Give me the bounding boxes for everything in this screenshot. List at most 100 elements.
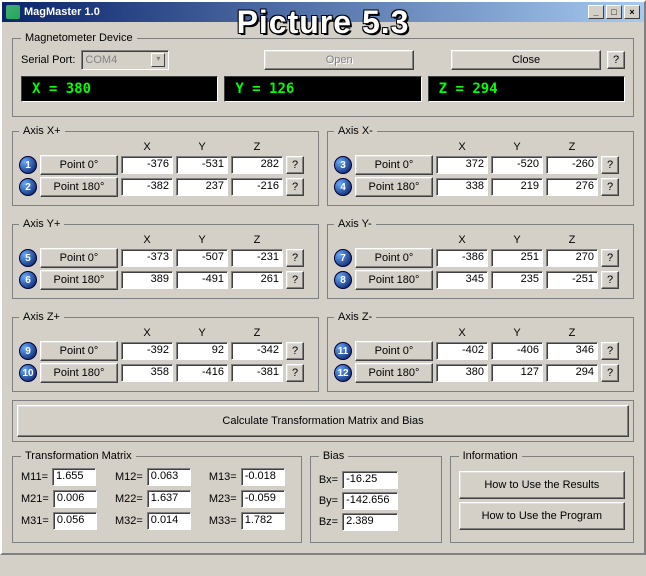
val-Zp-180-x[interactable]: 358 (121, 364, 173, 382)
val-Yp-0-x[interactable]: -373 (121, 249, 173, 267)
m32-input[interactable]: 0.014 (147, 512, 191, 530)
point0-Zp-button[interactable]: Point 0° (40, 341, 118, 361)
col-y: Y (491, 141, 543, 153)
m31-label: M31= (21, 515, 49, 527)
m13-input[interactable]: -0.018 (241, 468, 285, 486)
minimize-button[interactable]: _ (588, 5, 604, 19)
val-Yp-0-z[interactable]: -231 (231, 249, 283, 267)
close-button[interactable]: Close (451, 50, 601, 70)
val-Ym-0-x[interactable]: -386 (436, 249, 488, 267)
point0-Xp-button[interactable]: Point 0° (40, 155, 118, 175)
m23-input[interactable]: -0.059 (241, 490, 285, 508)
val-Xp-180-z[interactable]: -216 (231, 178, 283, 196)
val-Ym-180-y[interactable]: 235 (491, 271, 543, 289)
m22-input[interactable]: 1.637 (147, 490, 191, 508)
point180-Xp-button[interactable]: Point 180° (40, 177, 118, 197)
val-Zp-180-z[interactable]: -381 (231, 364, 283, 382)
val-Ym-0-z[interactable]: 270 (546, 249, 598, 267)
val-Xp-0-x[interactable]: -376 (121, 156, 173, 174)
axis-Xp: Axis X+ X Y Z 1 Point 0° -376 -531 282 ?… (12, 125, 319, 206)
help-Zm-180-button[interactable]: ? (601, 364, 619, 382)
m22-label: M22= (115, 493, 143, 505)
help-Zp-180-button[interactable]: ? (286, 364, 304, 382)
help-Ym-180-button[interactable]: ? (601, 271, 619, 289)
col-x: X (121, 141, 173, 153)
point0-Zm-button[interactable]: Point 0° (355, 341, 433, 361)
how-to-results-button[interactable]: How to Use the Results (459, 471, 625, 499)
point180-Yp-button[interactable]: Point 180° (40, 270, 118, 290)
point180-Zm-button[interactable]: Point 180° (355, 363, 433, 383)
help-Zp-0-button[interactable]: ? (286, 342, 304, 360)
point180-Zp-button[interactable]: Point 180° (40, 363, 118, 383)
help-Xp-180-button[interactable]: ? (286, 178, 304, 196)
val-Zp-0-y[interactable]: 92 (176, 342, 228, 360)
val-Xm-180-z[interactable]: 276 (546, 178, 598, 196)
by-input[interactable]: -142.656 (342, 492, 398, 510)
help-Ym-0-button[interactable]: ? (601, 249, 619, 267)
col-z: Z (231, 141, 283, 153)
m31-input[interactable]: 0.056 (53, 512, 97, 530)
val-Zm-180-y[interactable]: 127 (491, 364, 543, 382)
val-Zp-0-z[interactable]: -342 (231, 342, 283, 360)
m12-input[interactable]: 0.063 (147, 468, 191, 486)
axis-Zm: Axis Z- X Y Z 11 Point 0° -402 -406 346 … (327, 311, 634, 392)
point0-Ym-button[interactable]: Point 0° (355, 248, 433, 268)
bz-label: Bz= (319, 516, 338, 528)
close-window-button[interactable]: × (624, 5, 640, 19)
val-Zm-180-x[interactable]: 380 (436, 364, 488, 382)
val-Xm-0-y[interactable]: -520 (491, 156, 543, 174)
col-z: Z (231, 327, 283, 339)
val-Yp-180-z[interactable]: 261 (231, 271, 283, 289)
badge-7: 7 (334, 249, 352, 267)
val-Xp-0-y[interactable]: -531 (176, 156, 228, 174)
m11-input[interactable]: 1.655 (52, 468, 96, 486)
bx-input[interactable]: -16.25 (342, 471, 398, 489)
val-Xm-180-y[interactable]: 219 (491, 178, 543, 196)
calculate-button[interactable]: Calculate Transformation Matrix and Bias (17, 405, 629, 437)
val-Xm-0-z[interactable]: -260 (546, 156, 598, 174)
m12-label: M12= (115, 471, 143, 483)
maximize-button[interactable]: □ (606, 5, 622, 19)
serial-port-select[interactable]: COM4 ▾ (81, 50, 169, 70)
axis-Xp-legend: Axis X+ (19, 125, 65, 137)
badge-8: 8 (334, 271, 352, 289)
help-Xp-0-button[interactable]: ? (286, 156, 304, 174)
point180-Xm-button[interactable]: Point 180° (355, 177, 433, 197)
val-Zm-0-z[interactable]: 346 (546, 342, 598, 360)
m33-input[interactable]: 1.782 (241, 512, 285, 530)
matrix-legend: Transformation Matrix (21, 450, 136, 462)
help-Zm-0-button[interactable]: ? (601, 342, 619, 360)
serial-port-label: Serial Port: (21, 54, 75, 66)
val-Ym-180-z[interactable]: -251 (546, 271, 598, 289)
help-Yp-0-button[interactable]: ? (286, 249, 304, 267)
val-Xp-0-z[interactable]: 282 (231, 156, 283, 174)
point180-Ym-button[interactable]: Point 180° (355, 270, 433, 290)
help-Yp-180-button[interactable]: ? (286, 271, 304, 289)
val-Ym-0-y[interactable]: 251 (491, 249, 543, 267)
help-Xm-0-button[interactable]: ? (601, 156, 619, 174)
val-Zm-180-z[interactable]: 294 (546, 364, 598, 382)
point0-Xm-button[interactable]: Point 0° (355, 155, 433, 175)
val-Xm-180-x[interactable]: 338 (436, 178, 488, 196)
val-Zp-180-y[interactable]: -416 (176, 364, 228, 382)
val-Yp-180-y[interactable]: -491 (176, 271, 228, 289)
val-Ym-180-x[interactable]: 345 (436, 271, 488, 289)
device-help-button[interactable]: ? (607, 51, 625, 69)
axis-Ym-legend: Axis Y- (334, 218, 376, 230)
val-Zm-0-x[interactable]: -402 (436, 342, 488, 360)
bz-input[interactable]: 2.389 (342, 513, 398, 531)
val-Xp-180-y[interactable]: 237 (176, 178, 228, 196)
how-to-program-button[interactable]: How to Use the Program (459, 502, 625, 530)
val-Xm-0-x[interactable]: 372 (436, 156, 488, 174)
m21-input[interactable]: 0.006 (53, 490, 97, 508)
val-Xp-180-x[interactable]: -382 (121, 178, 173, 196)
val-Yp-0-y[interactable]: -507 (176, 249, 228, 267)
val-Yp-180-x[interactable]: 389 (121, 271, 173, 289)
val-Zm-0-y[interactable]: -406 (491, 342, 543, 360)
point0-Yp-button[interactable]: Point 0° (40, 248, 118, 268)
bias-group: Bias Bx= -16.25 By= -142.656 Bz= 2.389 (310, 450, 442, 543)
val-Zp-0-x[interactable]: -392 (121, 342, 173, 360)
open-button[interactable]: Open (264, 50, 414, 70)
help-Xm-180-button[interactable]: ? (601, 178, 619, 196)
col-y: Y (176, 234, 228, 246)
